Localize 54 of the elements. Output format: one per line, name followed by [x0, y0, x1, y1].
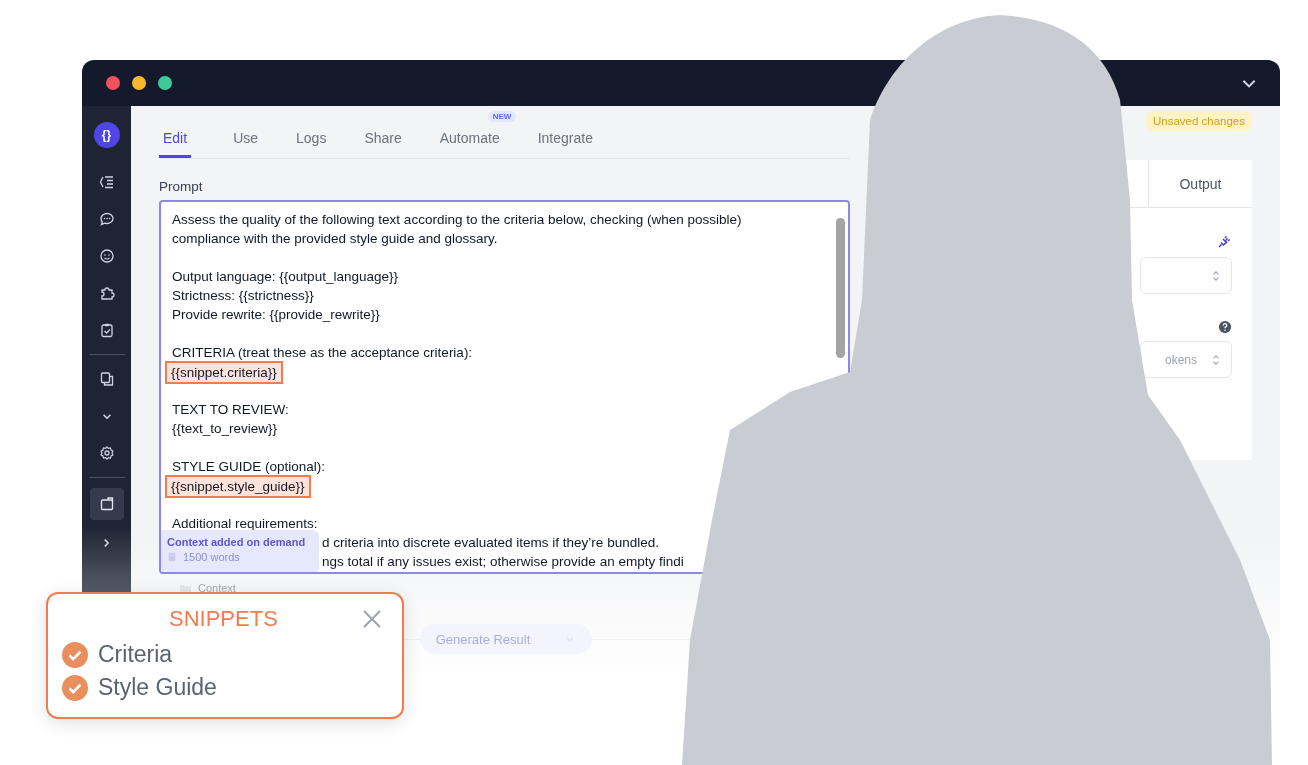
prompt-line: d criteria into discrete evaluated items if they’re bundled.	[322, 534, 659, 552]
prompt-text-area[interactable]	[159, 200, 850, 574]
list-icon	[98, 174, 115, 190]
tab[interactable]: Edit	[159, 106, 192, 158]
prompt-line: Assess the quality of the following text according to the criteria below, checking (when possible)	[172, 211, 743, 229]
prompt-line: Additional requirements:	[172, 515, 319, 533]
plug-icon[interactable]	[1216, 234, 1232, 250]
word-count: 1500 words	[183, 551, 240, 563]
scrollbar-thumb[interactable]	[836, 218, 845, 358]
prompt-line: ngs total if any issues exist; otherwise provide an empty findi	[322, 553, 684, 571]
snippet-placeholder: {{snippet.criteria}}	[165, 361, 283, 384]
select-field[interactable]	[1140, 257, 1232, 294]
snippet-label: Criteria	[98, 641, 173, 668]
new-badge: NEW	[487, 111, 517, 122]
check-circle-icon[interactable]	[62, 641, 88, 668]
prompt-label: Prompt	[159, 179, 204, 194]
prompt-line: Output language: {{output_language}}	[172, 268, 399, 286]
tab[interactable]: Logs	[292, 106, 331, 158]
tab[interactable]: Integrate	[533, 106, 597, 158]
tab[interactable]: Use	[229, 106, 263, 158]
tab[interactable]: Share	[360, 106, 406, 158]
chat-icon	[98, 211, 115, 227]
chevron-down-icon	[102, 413, 111, 419]
window-control-dot[interactable]	[132, 76, 146, 90]
clipboard-check-icon	[98, 322, 115, 338]
copy-icon	[98, 371, 115, 387]
window-control-dot[interactable]	[106, 76, 120, 90]
prompt-line: compliance with the provided style guide and glossary.	[172, 230, 499, 248]
prompt-line: STYLE GUIDE (optional):	[172, 458, 327, 476]
prompt-line: TEXT TO REVIEW:	[172, 401, 290, 419]
window-control-dot[interactable]	[158, 76, 172, 90]
unsaved-changes-badge: Unsaved changes	[1145, 111, 1252, 131]
snippet-label: Style Guide	[98, 674, 217, 701]
prompt-line: {{text_to_review}}	[172, 420, 279, 438]
panel-icon	[98, 496, 115, 512]
prompt-line: Provide rewrite: {{provide_rewrite}}	[172, 306, 381, 324]
database-icon	[167, 552, 177, 562]
sidebar-item[interactable]	[89, 488, 124, 520]
settings-icon	[98, 445, 115, 461]
up-down-chevron-icon	[1211, 268, 1221, 283]
app-logo[interactable]: {}	[93, 122, 120, 148]
help-icon[interactable]	[1218, 320, 1232, 334]
chevron-right-icon	[104, 539, 109, 547]
smiley-icon	[98, 248, 115, 264]
puzzle-icon	[98, 285, 115, 301]
up-down-chevron-icon	[1211, 352, 1221, 367]
check-circle-icon[interactable]	[62, 674, 88, 701]
context-label: Context	[198, 582, 236, 594]
tooltip-title: Context added on demand	[167, 536, 307, 548]
prompt-line: CRITERIA (treat these as the acceptance criteria):	[172, 344, 474, 362]
folder-icon	[179, 582, 192, 594]
prompt-line: Strictness: {{strictness}}	[172, 287, 315, 305]
snippet-placeholder: {{snippet.style_guide}}	[165, 475, 311, 498]
popup-title: SNIPPETS	[169, 606, 278, 632]
